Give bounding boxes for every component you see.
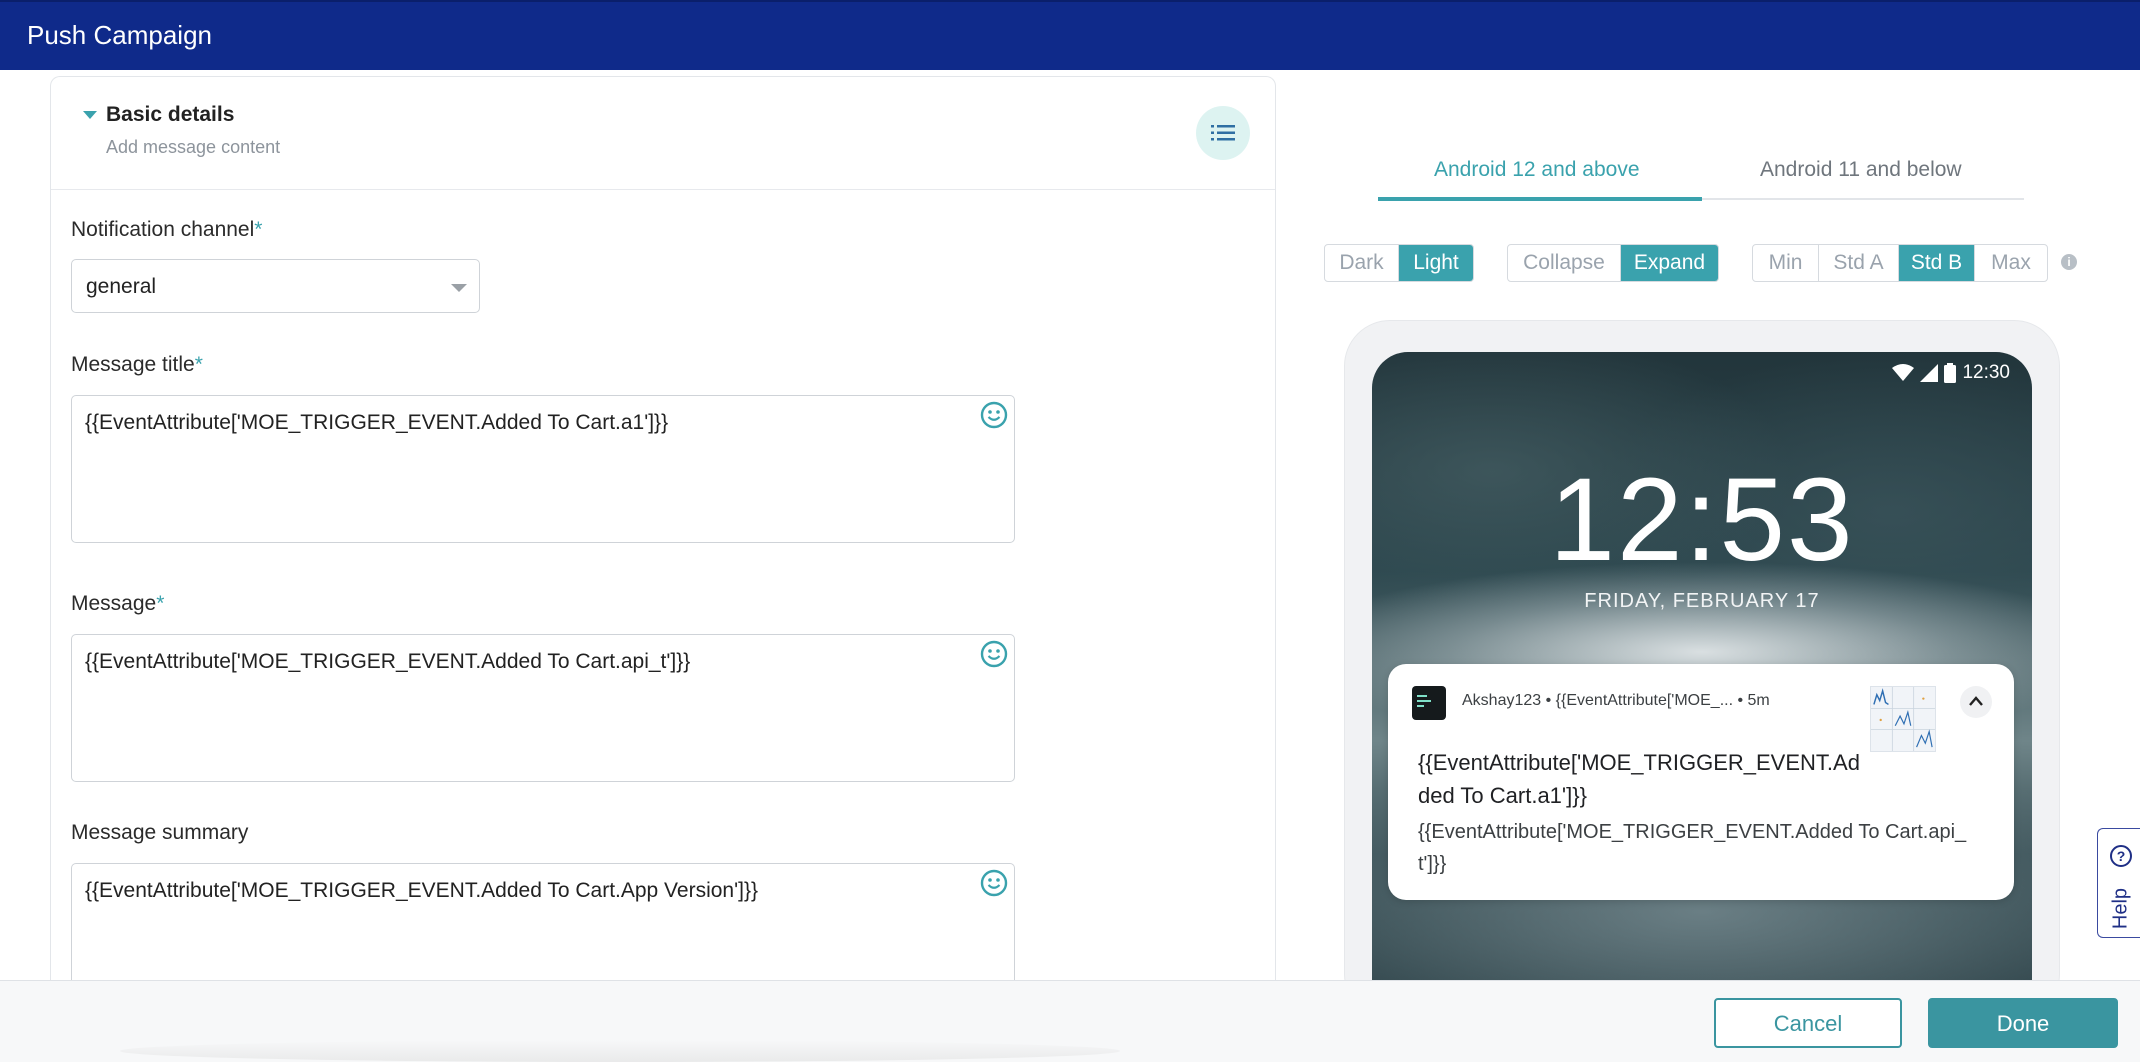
message-title-value: {{EventAttribute['MOE_TRIGGER_EVENT.Adde… [85,411,669,434]
list-view-button[interactable] [1196,106,1250,160]
wifi-icon [1892,364,1915,381]
list-icon [1211,125,1235,141]
section-title: Basic details [106,103,235,126]
active-tab-indicator [1378,197,1702,201]
emoji-icon[interactable] [979,639,1009,669]
message-title-input[interactable]: {{EventAttribute['MOE_TRIGGER_EVENT.Adde… [71,395,1015,543]
required-mark: * [194,353,203,376]
collapse-caret-icon[interactable] [83,111,97,119]
style-min-option[interactable]: Min [1753,245,1819,281]
app-icon [1412,686,1446,720]
theme-dark-option[interactable]: Dark [1325,245,1399,281]
tab-android-11[interactable]: Android 11 and below [1760,158,1962,182]
notification-preview-card: Akshay123 • {{EventAttribute['MOE_... • … [1388,664,2014,900]
message-input[interactable]: {{EventAttribute['MOE_TRIGGER_EVENT.Adde… [71,634,1015,782]
lockscreen-clock: 12:53 [1549,454,1855,586]
window-title: Push Campaign [27,20,212,50]
view-collapse-option[interactable]: Collapse [1508,245,1621,281]
notification-title: {{EventAttribute['MOE_TRIGGER_EVENT.Adde… [1418,750,1860,808]
message-summary-value: {{EventAttribute['MOE_TRIGGER_EVENT.Adde… [85,879,758,902]
collapse-notification-button[interactable] [1960,686,1992,718]
message-summary-input[interactable]: {{EventAttribute['MOE_TRIGGER_EVENT.Adde… [71,863,1015,981]
cancel-button[interactable]: Cancel [1714,998,1902,1048]
channel-label: Notification channel* [71,218,262,242]
message-label: Message* [71,592,164,616]
message-summary-label: Message summary [71,821,249,844]
style-max-option[interactable]: Max [1975,245,2047,281]
theme-light-option[interactable]: Light [1399,245,1473,281]
notification-thumbnail [1870,686,1936,752]
style-std-b-option[interactable]: Std B [1899,245,1975,281]
notification-meta: Akshay123 • {{EventAttribute['MOE_... • … [1462,692,1770,709]
channel-value: general [86,275,157,298]
channel-label-text: Notification channel [71,218,255,241]
style-toggle: Min Std A Std B Max [1752,244,2048,282]
emoji-icon[interactable] [979,868,1009,898]
lockscreen-date: FRIDAY, FEBRUARY 17 [1584,590,1820,612]
view-toggle: Collapse Expand [1507,244,1719,282]
style-std-a-option[interactable]: Std A [1819,245,1899,281]
notification-body: {{EventAttribute['MOE_TRIGGER_EVENT.Adde… [1418,821,1967,875]
theme-toggle: Dark Light [1324,244,1474,282]
window-header: Push Campaign [0,0,2140,70]
card-header[interactable]: Basic details Add message content [51,77,1275,190]
status-time: 12:30 [1962,362,2010,383]
section-subtitle: Add message content [106,137,281,157]
help-label: Help [2109,887,2132,930]
help-button[interactable]: ? Help [2097,828,2140,938]
notification-channel-select[interactable]: general [71,259,480,313]
done-button[interactable]: Done [1928,998,2118,1048]
signal-icon [1920,364,1939,382]
message-title-label-text: Message title [71,353,195,376]
message-label-text: Message [71,592,157,615]
message-title-label: Message title* [71,353,203,377]
tab-android-12[interactable]: Android 12 and above [1434,158,1640,182]
status-bar: 12:30 [1892,362,2010,384]
chevron-up-icon [1969,696,1983,706]
required-mark: * [254,218,263,241]
required-mark: * [156,592,165,615]
battery-icon [1944,363,1957,383]
emoji-icon[interactable] [979,400,1009,430]
info-icon[interactable]: i [2061,254,2077,270]
message-value: {{EventAttribute['MOE_TRIGGER_EVENT.Adde… [85,650,691,673]
chevron-down-icon [451,284,467,292]
view-expand-option[interactable]: Expand [1621,245,1718,281]
footer-shadow [120,1040,1120,1062]
question-icon: ? [2110,845,2132,867]
